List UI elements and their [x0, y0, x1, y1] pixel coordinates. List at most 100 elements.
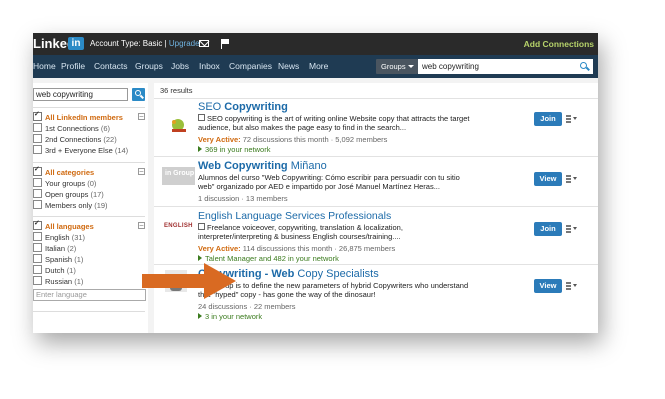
facet-option[interactable]: 2nd Connections (22): [33, 134, 117, 144]
collapse-icon[interactable]: –: [138, 168, 145, 175]
facet-label: Spanish: [45, 255, 73, 264]
group-logo-text: in Group: [165, 170, 195, 177]
group-network[interactable]: 3 in your network: [198, 312, 262, 321]
title-part: English Language Services Professionals: [198, 210, 392, 222]
language-input[interactable]: Enter language: [33, 289, 146, 301]
nav-news[interactable]: News: [278, 55, 299, 78]
facet-all-members[interactable]: All LinkedIn members: [33, 110, 123, 122]
title-part-bold: Web Copywriting: [198, 160, 288, 172]
group-logo[interactable]: ENGLISH: [162, 219, 195, 237]
expand-arrow-icon: [198, 146, 202, 152]
group-title[interactable]: SEO Copywriting: [198, 101, 288, 113]
facet-label: Open groups: [45, 190, 89, 199]
facet-label: Dutch: [45, 266, 65, 275]
nav-jobs[interactable]: Jobs: [171, 55, 189, 78]
facet-option[interactable]: Russian (1): [33, 276, 83, 286]
view-button[interactable]: View: [534, 279, 562, 293]
top-search-input[interactable]: web copywriting: [418, 59, 593, 74]
facet-count: (31): [71, 233, 86, 242]
title-part: Copy Specialists: [294, 268, 379, 280]
nav-groups[interactable]: Groups: [135, 55, 163, 78]
facet-option[interactable]: Members only (19): [33, 200, 108, 210]
facet-sidebar: web copywriting All LinkedIn members – 1…: [33, 83, 148, 333]
checkbox-icon[interactable]: [33, 219, 42, 230]
account-type-label: Account Type: Basic |: [90, 39, 169, 48]
checkbox-icon[interactable]: [33, 165, 42, 176]
join-button[interactable]: Join: [534, 222, 562, 236]
checkbox-icon[interactable]: [33, 189, 42, 198]
checkbox-icon[interactable]: [33, 178, 42, 187]
divider: [154, 98, 598, 99]
group-stats: 1 discussion · 13 members: [198, 194, 288, 203]
sidebar-search-button[interactable]: [132, 88, 145, 101]
facet-label: Your groups: [45, 179, 86, 188]
facet-option[interactable]: Italian (2): [33, 243, 76, 253]
divider: [154, 156, 598, 157]
facet-option[interactable]: Dutch (1): [33, 265, 76, 275]
facet-count: (1): [66, 266, 76, 275]
checkbox-icon[interactable]: [33, 276, 42, 285]
stats-text: 24 discussions · 22 members: [198, 302, 296, 311]
checkbox-icon[interactable]: [33, 145, 42, 154]
facet-option[interactable]: 1st Connections (6): [33, 123, 110, 133]
title-part: SEO: [198, 101, 225, 113]
join-button[interactable]: Join: [534, 112, 562, 126]
group-title[interactable]: English Language Services Professionals: [198, 210, 391, 222]
facet-option[interactable]: English (31): [33, 232, 85, 242]
search-scope-dropdown[interactable]: Groups: [376, 59, 418, 74]
notification-flag-icon[interactable]: [221, 39, 230, 49]
nav-contacts[interactable]: Contacts: [94, 55, 128, 78]
checkbox-icon[interactable]: [33, 254, 42, 263]
checkbox-icon[interactable]: [33, 110, 42, 121]
more-actions-icon[interactable]: [566, 114, 578, 124]
facet-count: (0): [87, 179, 97, 188]
nav-home[interactable]: Home: [33, 55, 56, 78]
group-logo-text: ENGLISH: [164, 223, 193, 229]
search-icon[interactable]: [580, 62, 587, 69]
stats-text: 114 discussions this month · 26,875 memb…: [240, 244, 396, 253]
checkbox-icon[interactable]: [33, 134, 42, 143]
group-title[interactable]: Web Copywriting Miñano: [198, 160, 327, 172]
facet-count: (1): [74, 277, 84, 286]
facet-option[interactable]: Spanish (1): [33, 254, 83, 264]
more-actions-icon[interactable]: [566, 224, 578, 234]
checkbox-icon[interactable]: [33, 232, 42, 241]
group-logo[interactable]: in Group: [162, 167, 195, 185]
nav-profile[interactable]: Profile: [61, 55, 85, 78]
facet-all-categories[interactable]: All categories: [33, 165, 94, 177]
checkbox-icon[interactable]: [33, 243, 42, 252]
checkbox-icon[interactable]: [33, 200, 42, 209]
view-button[interactable]: View: [534, 172, 562, 186]
facet-option[interactable]: 3rd + Everyone Else (14): [33, 145, 128, 155]
facet-option[interactable]: Open groups (17): [33, 189, 104, 199]
group-stats: Very Active: 114 discussions this month …: [198, 244, 395, 253]
nav-companies[interactable]: Companies: [229, 55, 272, 78]
collapse-icon[interactable]: –: [138, 222, 145, 229]
mail-icon[interactable]: [199, 40, 209, 47]
activity-label: Very Active:: [198, 135, 241, 144]
facet-count: (22): [103, 135, 117, 144]
collapse-icon[interactable]: –: [138, 113, 145, 120]
more-actions-icon[interactable]: [566, 174, 578, 184]
facet-label: Russian: [45, 277, 73, 286]
add-connections-link[interactable]: Add Connections: [524, 33, 594, 55]
upgrade-link[interactable]: Upgrade: [169, 39, 200, 48]
divider: [33, 107, 145, 108]
nav-inbox[interactable]: Inbox: [199, 55, 220, 78]
chevron-down-icon: [408, 65, 414, 68]
nav-more[interactable]: More: [309, 55, 328, 78]
checkbox-icon[interactable]: [33, 123, 42, 132]
facet-label: Members only: [45, 201, 93, 210]
group-logo[interactable]: [162, 116, 195, 134]
results-count: 36 results: [160, 86, 193, 95]
title-part: Miñano: [287, 160, 327, 172]
facet-label: Italian: [45, 244, 66, 253]
facet-all-languages[interactable]: All languages: [33, 219, 94, 231]
more-actions-icon[interactable]: [566, 281, 578, 291]
checkbox-icon[interactable]: [33, 265, 42, 274]
group-network[interactable]: 369 in your network: [198, 145, 270, 154]
divider: [33, 311, 145, 312]
facet-count: (2): [67, 244, 77, 253]
facet-option[interactable]: Your groups (0): [33, 178, 96, 188]
sidebar-search-input[interactable]: web copywriting: [33, 88, 128, 101]
